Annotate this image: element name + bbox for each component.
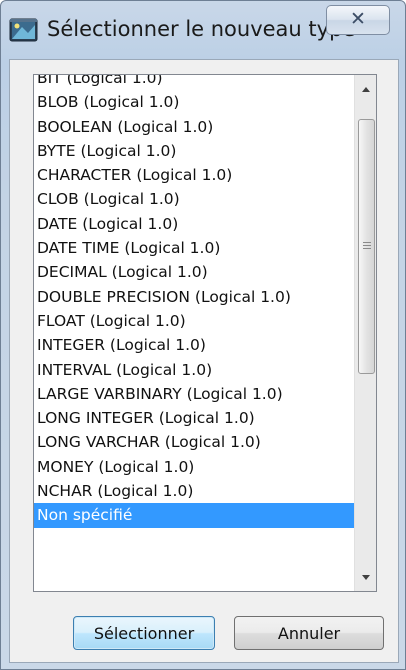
list-item[interactable]: BLOB (Logical 1.0) bbox=[34, 90, 354, 114]
list-item[interactable]: INTERVAL (Logical 1.0) bbox=[34, 358, 354, 382]
close-icon: ✕ bbox=[350, 8, 366, 30]
scroll-up-arrow-icon bbox=[362, 87, 370, 92]
close-button[interactable]: ✕ bbox=[326, 5, 390, 35]
thumb-grip-line bbox=[363, 248, 371, 249]
list-item[interactable]: CLOB (Logical 1.0) bbox=[34, 187, 354, 211]
list-item[interactable]: FLOAT (Logical 1.0) bbox=[34, 309, 354, 333]
list-item[interactable]: DATE (Logical 1.0) bbox=[34, 212, 354, 236]
type-listbox[interactable]: BIT (Logical 1.0) BLOB (Logical 1.0) BOOLE… bbox=[33, 74, 377, 592]
scroll-thumb[interactable] bbox=[358, 119, 375, 374]
list-item[interactable]: LARGE VARBINARY (Logical 1.0) bbox=[34, 382, 354, 406]
app-window-icon bbox=[9, 17, 39, 43]
list-item[interactable]: MONEY (Logical 1.0) bbox=[34, 455, 354, 479]
list-item[interactable]: CHARACTER (Logical 1.0) bbox=[34, 163, 354, 187]
list-item[interactable]: NCHAR (Logical 1.0) bbox=[34, 479, 354, 503]
cancel-button[interactable]: Annuler bbox=[234, 616, 384, 650]
scroll-down-button[interactable] bbox=[355, 563, 376, 591]
scroll-up-button[interactable] bbox=[355, 75, 376, 103]
list-item[interactable]: BYTE (Logical 1.0) bbox=[34, 139, 354, 163]
type-list: BIT (Logical 1.0) BLOB (Logical 1.0) BOOLE… bbox=[34, 75, 354, 528]
dialog-window: Sélectionner le nouveau type ✕ BIT (Logi… bbox=[0, 0, 406, 670]
list-item[interactable]: LONG VARCHAR (Logical 1.0) bbox=[34, 430, 354, 454]
select-button[interactable]: Sélectionner bbox=[73, 616, 215, 650]
list-item[interactable]: INTEGER (Logical 1.0) bbox=[34, 333, 354, 357]
thumb-grip-line bbox=[363, 245, 371, 246]
list-item[interactable]: BOOLEAN (Logical 1.0) bbox=[34, 115, 354, 139]
list-item[interactable]: DOUBLE PRECISION (Logical 1.0) bbox=[34, 285, 354, 309]
list-item[interactable]: Non spécifié bbox=[34, 503, 354, 528]
title-bar[interactable]: Sélectionner le nouveau type ✕ bbox=[1, 1, 405, 59]
list-item[interactable]: DECIMAL (Logical 1.0) bbox=[34, 260, 354, 284]
thumb-grip-line bbox=[363, 242, 371, 243]
list-item[interactable]: DATE TIME (Logical 1.0) bbox=[34, 236, 354, 260]
list-item[interactable]: BIT (Logical 1.0) bbox=[34, 75, 354, 90]
scroll-down-arrow-icon bbox=[362, 575, 370, 580]
vertical-scrollbar[interactable] bbox=[354, 75, 376, 591]
dialog-content: BIT (Logical 1.0) BLOB (Logical 1.0) BOOLE… bbox=[9, 59, 399, 663]
list-item[interactable]: LONG INTEGER (Logical 1.0) bbox=[34, 406, 354, 430]
dialog-title: Sélectionner le nouveau type bbox=[47, 17, 356, 41]
